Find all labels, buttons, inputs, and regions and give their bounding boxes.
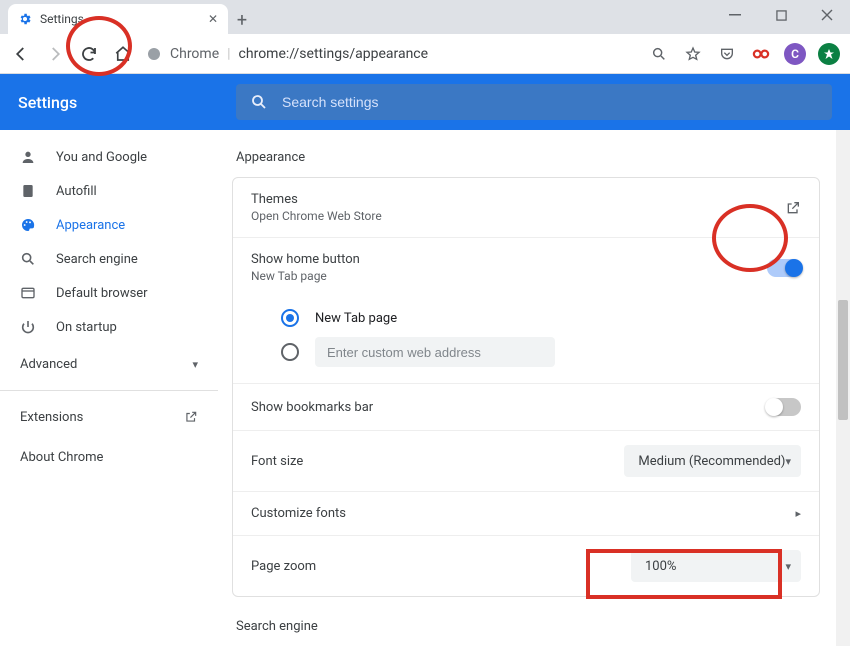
radio-new-tab-page[interactable]: [281, 309, 299, 327]
sidebar-item-you-and-google[interactable]: You and Google: [0, 140, 218, 174]
bookmarks-bar-title: Show bookmarks bar: [251, 400, 373, 415]
sidebar-item-label: Appearance: [56, 218, 125, 233]
row-page-zoom[interactable]: Page zoom 100% ▾: [233, 535, 819, 596]
section-heading-appearance: Appearance: [236, 150, 820, 165]
row-customize-fonts[interactable]: Customize fonts ▸: [233, 491, 819, 535]
row-bookmarks-bar: Show bookmarks bar: [233, 383, 819, 430]
tab-title: Settings: [40, 12, 84, 26]
settings-sidebar: You and Google Autofill Appearance Searc…: [0, 130, 218, 646]
new-tab-button[interactable]: +: [228, 6, 256, 34]
close-window-button[interactable]: [804, 0, 850, 30]
minimize-button[interactable]: [712, 0, 758, 30]
font-size-label: Font size: [251, 454, 303, 469]
power-icon: [20, 319, 38, 335]
sidebar-extensions[interactable]: Extensions: [0, 397, 218, 437]
back-button[interactable]: [10, 43, 32, 65]
appearance-card: Themes Open Chrome Web Store Show home b…: [232, 177, 820, 597]
home-button[interactable]: [112, 43, 134, 65]
settings-search-input[interactable]: [280, 93, 818, 111]
sidebar-about-label: About Chrome: [20, 450, 103, 465]
clipboard-icon: [20, 183, 38, 199]
sidebar-item-label: You and Google: [56, 150, 147, 165]
sidebar-item-label: Autofill: [56, 184, 97, 199]
chevron-down-icon: ▾: [192, 358, 198, 371]
custom-url-input[interactable]: [315, 337, 555, 367]
site-icon: [146, 46, 162, 62]
settings-search[interactable]: [236, 84, 832, 120]
settings-content: Appearance Themes Open Chrome Web Store …: [218, 130, 850, 646]
toggle-bookmarks-bar[interactable]: [767, 398, 801, 416]
url-path: chrome://settings/appearance: [239, 46, 429, 62]
settings-title: Settings: [18, 93, 218, 112]
browser-icon: [20, 285, 38, 301]
sidebar-item-autofill[interactable]: Autofill: [0, 174, 218, 208]
external-link-icon: [184, 410, 198, 424]
sidebar-about[interactable]: About Chrome: [0, 437, 218, 477]
section-heading-search-engine: Search engine: [236, 619, 820, 634]
page-zoom-select[interactable]: 100% ▾: [631, 550, 801, 582]
page-zoom-value: 100%: [645, 559, 676, 574]
themes-title: Themes: [251, 192, 382, 207]
sidebar-extensions-label: Extensions: [20, 410, 83, 425]
radio-new-tab-label: New Tab page: [315, 311, 397, 326]
home-button-radio-group: New Tab page: [233, 297, 819, 383]
row-home-button: Show home button New Tab page: [233, 237, 819, 297]
row-themes[interactable]: Themes Open Chrome Web Store: [233, 178, 819, 237]
radio-custom-url[interactable]: [281, 343, 299, 361]
home-button-title: Show home button: [251, 252, 360, 267]
toggle-show-home-button[interactable]: [767, 259, 801, 277]
font-size-value: Medium (Recommended): [638, 454, 785, 469]
sidebar-item-label: On startup: [56, 320, 117, 335]
row-font-size[interactable]: Font size Medium (Recommended) ▾: [233, 430, 819, 491]
chevron-right-icon: ▸: [795, 507, 801, 520]
chevron-down-icon: ▾: [785, 560, 791, 573]
close-tab-icon[interactable]: ✕: [208, 12, 218, 26]
address-bar[interactable]: Chrome | chrome://settings/appearance: [146, 46, 636, 62]
sidebar-item-search-engine[interactable]: Search engine: [0, 242, 218, 276]
sidebar-item-appearance[interactable]: Appearance: [0, 208, 218, 242]
font-size-select[interactable]: Medium (Recommended) ▾: [624, 445, 801, 477]
maximize-button[interactable]: [758, 0, 804, 30]
pocket-icon[interactable]: [716, 43, 738, 65]
scrollbar-thumb[interactable]: [838, 300, 848, 420]
sidebar-advanced-label: Advanced: [20, 357, 77, 372]
bookmark-star-icon[interactable]: [682, 43, 704, 65]
link-chain-icon[interactable]: [750, 43, 772, 65]
sidebar-item-label: Default browser: [56, 286, 148, 301]
external-link-icon: [785, 200, 801, 216]
home-button-sub: New Tab page: [251, 269, 360, 283]
person-icon: [20, 149, 38, 165]
chevron-down-icon: ▾: [785, 455, 791, 468]
browser-titlebar: Settings ✕ +: [0, 0, 850, 34]
settings-header: Settings: [0, 74, 850, 130]
magnifier-icon: [20, 251, 38, 267]
page-zoom-label: Page zoom: [251, 559, 316, 574]
sidebar-item-label: Search engine: [56, 252, 138, 267]
forward-button[interactable]: [44, 43, 66, 65]
url-origin: Chrome: [170, 46, 219, 62]
browser-tab[interactable]: Settings ✕: [8, 4, 228, 34]
profile-avatar[interactable]: C: [784, 43, 806, 65]
palette-icon: [20, 217, 38, 233]
sidebar-item-default-browser[interactable]: Default browser: [0, 276, 218, 310]
reload-button[interactable]: [78, 43, 100, 65]
sidebar-advanced[interactable]: Advanced ▾: [0, 344, 218, 384]
sidebar-divider: [0, 390, 218, 391]
customize-fonts-label: Customize fonts: [251, 506, 346, 521]
extension-badge[interactable]: [818, 43, 840, 65]
browser-toolbar: Chrome | chrome://settings/appearance C: [0, 34, 850, 74]
gear-icon: [18, 12, 32, 26]
sidebar-item-on-startup[interactable]: On startup: [0, 310, 218, 344]
zoom-search-icon[interactable]: [648, 43, 670, 65]
vertical-scrollbar[interactable]: [836, 130, 850, 646]
search-icon: [250, 93, 268, 111]
themes-sub: Open Chrome Web Store: [251, 209, 382, 223]
